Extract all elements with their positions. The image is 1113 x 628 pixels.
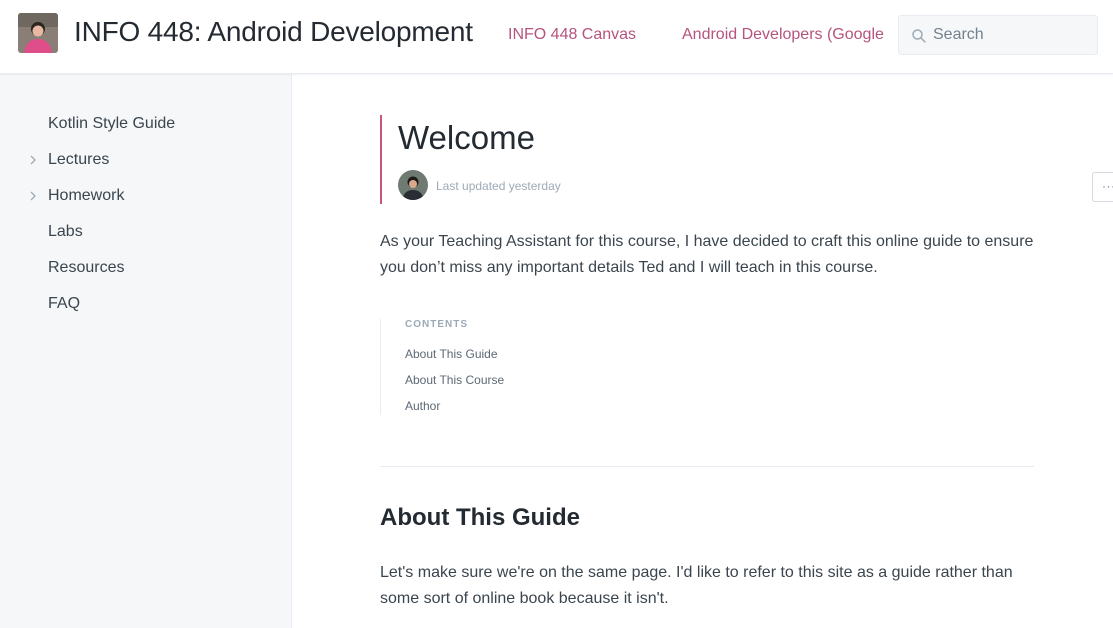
last-updated-text: Last updated yesterday: [436, 179, 561, 193]
section-divider: [380, 466, 1034, 467]
sidebar-item-label: FAQ: [48, 295, 81, 312]
chevron-right-icon[interactable]: [28, 155, 38, 165]
nav-link-canvas[interactable]: INFO 448 Canvas: [508, 26, 636, 44]
sidebar-item-label: Resources: [48, 259, 125, 276]
toc-title: CONTENTS: [405, 319, 468, 330]
toc-item-author[interactable]: Author: [405, 399, 440, 413]
table-of-contents: CONTENTS About This Guide About This Cou…: [380, 319, 680, 415]
intro-paragraph: As your Teaching Assistant for this cour…: [380, 233, 1034, 276]
sidebar-item-kotlin-style-guide[interactable]: Kotlin Style Guide: [0, 106, 292, 142]
sidebar-item-label: Homework: [48, 187, 125, 204]
toc-item-about-this-guide[interactable]: About This Guide: [405, 347, 498, 361]
sidebar-item-lectures[interactable]: Lectures: [0, 142, 292, 178]
page-title: Welcome: [398, 119, 535, 156]
section-heading: About This Guide: [380, 504, 580, 531]
more-options-button[interactable]: ···: [1092, 172, 1113, 202]
search-box[interactable]: [898, 15, 1098, 55]
search-icon: [912, 29, 926, 43]
top-header: INFO 448: Android Development INFO 448 C…: [0, 0, 1113, 74]
sidebar-item-labs[interactable]: Labs: [0, 214, 292, 250]
sidebar-item-label: Lectures: [48, 151, 110, 168]
sidebar-item-resources[interactable]: Resources: [0, 250, 292, 286]
page-header: Welcome Last updated yesterday ···: [380, 115, 1113, 204]
main-content: Welcome Last updated yesterday ··· As yo…: [292, 74, 1113, 628]
author-avatar[interactable]: [398, 170, 428, 200]
sidebar-item-faq[interactable]: FAQ: [0, 286, 292, 322]
more-horizontal-icon: ···: [1102, 179, 1113, 193]
site-title[interactable]: INFO 448: Android Development: [74, 16, 473, 48]
section-paragraph: Let's make sure we're on the same page. …: [380, 564, 1013, 607]
sidebar-item-label: Labs: [48, 223, 83, 240]
chevron-right-icon[interactable]: [28, 191, 38, 201]
toc-item-about-this-course[interactable]: About This Course: [405, 373, 504, 387]
sidebar-item-homework[interactable]: Homework: [0, 178, 292, 214]
site-logo[interactable]: [18, 13, 58, 53]
nav-link-android-developers[interactable]: Android Developers (Google: [682, 26, 886, 44]
sidebar: Kotlin Style Guide Lectures Homework Lab…: [0, 74, 292, 628]
search-input[interactable]: [933, 16, 1093, 54]
sidebar-item-label: Kotlin Style Guide: [48, 115, 176, 132]
